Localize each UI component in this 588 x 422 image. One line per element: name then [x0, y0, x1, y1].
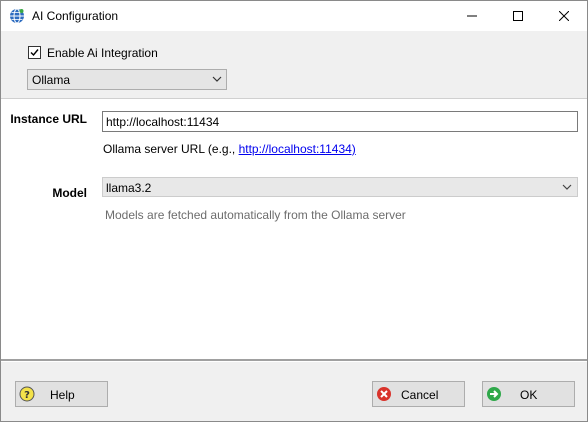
instance-url-label: Instance URL [10, 112, 87, 126]
chevron-down-icon [562, 184, 572, 190]
minimize-button[interactable] [449, 1, 495, 31]
ai-configuration-dialog: AI Configuration Enable Ai Integration O… [0, 0, 588, 422]
close-icon [559, 11, 569, 21]
ok-arrow-icon [486, 386, 502, 402]
cancel-button[interactable]: Cancel [372, 381, 465, 407]
title-bar[interactable]: AI Configuration [1, 1, 587, 31]
provider-dropdown[interactable]: Ollama [27, 69, 227, 90]
ok-button[interactable]: OK [482, 381, 575, 407]
help-button-label: Help [50, 388, 75, 402]
chevron-down-icon [212, 76, 222, 82]
ok-button-label: OK [520, 388, 538, 402]
instance-url-value: http://localhost:11434 [106, 115, 220, 129]
enable-ai-label[interactable]: Enable Ai Integration [47, 46, 158, 60]
minimize-icon [467, 15, 477, 17]
close-button[interactable] [541, 1, 587, 31]
instance-url-input[interactable]: http://localhost:11434 [102, 111, 578, 132]
window-title: AI Configuration [32, 9, 119, 23]
cancel-icon [376, 386, 392, 402]
divider [1, 359, 587, 362]
settings-panel: Instance URL http://localhost:11434 Olla… [1, 99, 587, 359]
globe-network-icon [9, 8, 25, 24]
checkmark-icon [30, 49, 39, 57]
integration-section: Enable Ai Integration Ollama [1, 31, 587, 98]
instance-url-help: Ollama server URL (e.g., http://localhos… [103, 142, 356, 156]
instance-url-help-prefix: Ollama server URL (e.g., [103, 142, 239, 156]
help-button[interactable]: ? Help [15, 381, 108, 407]
model-label: Model [52, 186, 87, 200]
maximize-button[interactable] [495, 1, 541, 31]
model-hint: Models are fetched automatically from th… [105, 208, 406, 222]
instance-url-help-link[interactable]: http://localhost:11434) [239, 142, 356, 156]
maximize-icon [513, 11, 523, 21]
model-selected-value: llama3.2 [106, 181, 152, 195]
enable-ai-checkbox[interactable] [28, 46, 41, 59]
model-dropdown[interactable]: llama3.2 [102, 177, 578, 197]
provider-selected-value: Ollama [32, 73, 71, 87]
svg-text:?: ? [24, 390, 30, 401]
cancel-button-label: Cancel [401, 388, 439, 402]
help-icon: ? [19, 386, 35, 402]
